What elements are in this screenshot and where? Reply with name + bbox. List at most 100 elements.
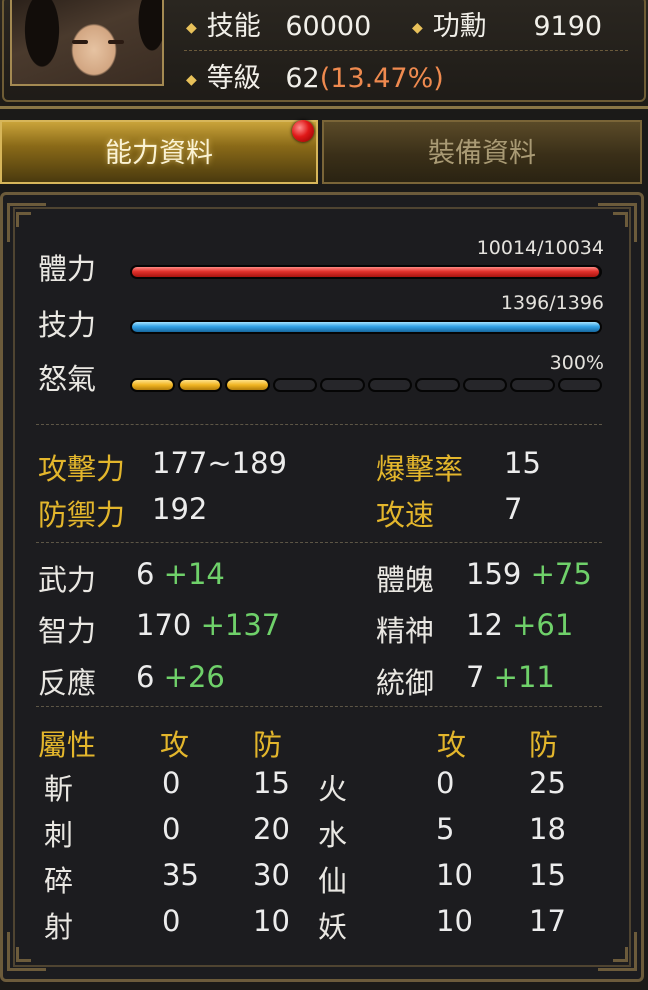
element-atk: 10 bbox=[436, 904, 473, 938]
element-name: 火 bbox=[318, 772, 348, 806]
notification-dot-icon bbox=[292, 120, 314, 142]
attr-value: 159 +75 bbox=[466, 557, 592, 591]
section-divider bbox=[36, 424, 602, 425]
diamond-bullet-icon: ◆ bbox=[186, 71, 197, 88]
element-atk: 35 bbox=[162, 858, 199, 892]
level-row: ◆ 等級 62(13.47%) bbox=[186, 56, 444, 95]
element-def: 17 bbox=[529, 904, 566, 938]
attr-bonus: +11 bbox=[493, 660, 555, 694]
level-percent: (13.47%) bbox=[319, 63, 444, 94]
rage-label: 怒氣 bbox=[38, 362, 97, 396]
rage-segment bbox=[415, 378, 460, 392]
rage-segment bbox=[557, 378, 602, 392]
speed-value: 7 bbox=[504, 492, 523, 526]
element-def: 20 bbox=[253, 812, 290, 846]
diamond-bullet-icon: ◆ bbox=[412, 19, 423, 36]
element-name: 仙 bbox=[318, 864, 348, 898]
element-def: 15 bbox=[253, 766, 290, 800]
element-name: 水 bbox=[318, 818, 348, 852]
tab-ability-info[interactable]: 能力資料 bbox=[0, 120, 318, 184]
attr-bonus: +26 bbox=[163, 660, 225, 694]
element-name: 碎 bbox=[44, 864, 74, 898]
merit-value: 9190 bbox=[533, 11, 603, 42]
portrait-eye bbox=[108, 40, 124, 44]
element-name: 斬 bbox=[44, 772, 74, 806]
mp-bar-fill bbox=[132, 322, 600, 332]
element-atk: 0 bbox=[162, 812, 181, 846]
hp-bar-fill bbox=[132, 267, 600, 277]
attr-value: 7 +11 bbox=[466, 660, 555, 694]
attr-label-spirit: 精神 bbox=[376, 614, 435, 648]
attr-bonus: +14 bbox=[163, 557, 225, 591]
attr-bonus: +137 bbox=[200, 608, 281, 642]
rage-segment bbox=[320, 378, 365, 392]
corner-ornament-icon bbox=[7, 932, 46, 971]
rage-segment bbox=[272, 378, 317, 392]
element-atk: 0 bbox=[162, 766, 181, 800]
attr-label-intellect: 智力 bbox=[38, 614, 97, 648]
corner-ornament-icon bbox=[598, 932, 637, 971]
element-def: 30 bbox=[253, 858, 290, 892]
element-def: 10 bbox=[253, 904, 290, 938]
header-divider bbox=[184, 50, 628, 51]
mp-label: 技力 bbox=[38, 308, 97, 342]
rage-segment bbox=[462, 378, 507, 392]
rage-segment bbox=[225, 378, 270, 392]
character-header: ◆ 技能 60000 ◆ 功勳 9190 ◆ 等級 62(13.47%) bbox=[0, 0, 648, 109]
hp-label: 體力 bbox=[38, 252, 97, 286]
element-header-atk: 攻 bbox=[160, 728, 190, 762]
mp-bar bbox=[130, 320, 602, 334]
portrait-eye bbox=[72, 40, 88, 44]
rage-value: 300% bbox=[549, 352, 604, 374]
skill-value: 60000 bbox=[285, 11, 372, 42]
section-divider bbox=[36, 542, 602, 543]
rage-segment bbox=[130, 378, 175, 392]
attr-value: 12 +61 bbox=[466, 608, 574, 642]
element-atk: 10 bbox=[436, 858, 473, 892]
tab-equipment-info[interactable]: 裝備資料 bbox=[322, 120, 642, 184]
attr-label-strength: 武力 bbox=[38, 563, 97, 597]
element-atk: 0 bbox=[162, 904, 181, 938]
character-portrait[interactable] bbox=[10, 0, 164, 86]
element-name: 妖 bbox=[318, 910, 348, 944]
merit-row: ◆ 功勳 9190 bbox=[412, 4, 602, 43]
diamond-bullet-icon: ◆ bbox=[186, 19, 197, 36]
element-name: 刺 bbox=[44, 818, 74, 852]
element-def: 25 bbox=[529, 766, 566, 800]
attr-value: 6 +26 bbox=[136, 660, 225, 694]
attr-value: 170 +137 bbox=[136, 608, 281, 642]
level-label: 等級 bbox=[206, 63, 261, 94]
element-header-atk: 攻 bbox=[437, 728, 467, 762]
merit-label: 功勳 bbox=[432, 11, 487, 42]
defense-label: 防禦力 bbox=[38, 498, 126, 532]
skill-label: 技能 bbox=[206, 11, 261, 42]
rage-bar bbox=[130, 378, 602, 392]
hp-bar bbox=[130, 265, 602, 279]
mp-value: 1396/1396 bbox=[500, 292, 604, 314]
element-header-def: 防 bbox=[253, 728, 283, 762]
attr-bonus: +61 bbox=[512, 608, 574, 642]
element-atk: 5 bbox=[436, 812, 455, 846]
attr-label-command: 統御 bbox=[376, 666, 435, 700]
element-header-def: 防 bbox=[529, 728, 559, 762]
crit-label: 爆擊率 bbox=[376, 452, 464, 486]
attack-value: 177~189 bbox=[152, 446, 288, 480]
skill-row: ◆ 技能 60000 bbox=[186, 4, 371, 43]
element-def: 15 bbox=[529, 858, 566, 892]
element-header-attr: 屬性 bbox=[38, 728, 97, 762]
level-value: 62 bbox=[285, 63, 320, 94]
attr-label-reaction: 反應 bbox=[38, 666, 97, 700]
element-def: 18 bbox=[529, 812, 566, 846]
attr-bonus: +75 bbox=[530, 557, 592, 591]
rage-segment bbox=[367, 378, 412, 392]
section-divider bbox=[36, 706, 602, 707]
attr-label-physique: 體魄 bbox=[376, 563, 435, 597]
rage-segment bbox=[510, 378, 555, 392]
attr-value: 6 +14 bbox=[136, 557, 225, 591]
element-name: 射 bbox=[44, 910, 74, 944]
hp-value: 10014/10034 bbox=[476, 237, 604, 259]
speed-label: 攻速 bbox=[376, 498, 435, 532]
defense-value: 192 bbox=[152, 492, 208, 526]
crit-value: 15 bbox=[504, 446, 541, 480]
element-atk: 0 bbox=[436, 766, 455, 800]
